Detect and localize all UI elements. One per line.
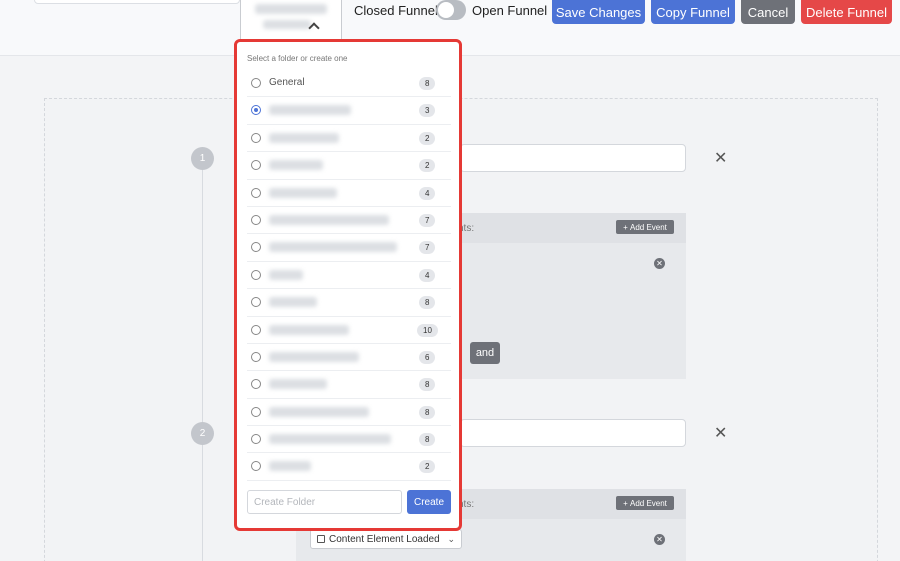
radio-button[interactable] [251, 324, 261, 335]
toggle-knob [438, 2, 454, 18]
radio-button[interactable] [251, 160, 261, 171]
copy-funnel-button[interactable]: Copy Funnel [651, 0, 735, 24]
close-icon[interactable]: ✕ [654, 258, 665, 269]
folder-count-badge: 4 [419, 268, 436, 282]
folder-option[interactable]: 3 [247, 97, 451, 125]
radio-button[interactable] [251, 242, 261, 253]
close-icon[interactable]: ✕ [654, 534, 665, 545]
folder-option[interactable]: 4 [247, 262, 451, 290]
blurred-folder-name [269, 434, 391, 445]
blurred-folder-name [269, 351, 359, 362]
step-name-input[interactable] [460, 144, 686, 172]
add-event-button[interactable]: + Add Event [616, 496, 674, 510]
blurred-folder-name [269, 406, 369, 417]
step-name-input[interactable] [460, 419, 686, 447]
blurred-folder-name [269, 324, 349, 335]
radio-button[interactable] [251, 78, 261, 88]
folder-option[interactable]: 8 [247, 399, 451, 427]
blurred-folder-name [269, 105, 351, 116]
folder-count-badge: 8 [419, 296, 436, 310]
add-event-button[interactable]: + Add Event [616, 220, 674, 234]
folder-count-badge: 7 [419, 241, 436, 255]
folder-option[interactable]: 2 [247, 152, 451, 180]
funnel-name-input[interactable] [34, 0, 240, 4]
step-number-badge: 2 [191, 422, 214, 445]
folder-count-badge: 8 [419, 405, 436, 419]
blurred-folder-name [269, 269, 303, 280]
radio-button[interactable] [251, 379, 261, 390]
radio-button[interactable] [251, 434, 261, 445]
radio-button[interactable] [251, 461, 261, 472]
create-folder-button[interactable]: Create [407, 490, 451, 514]
event-type-label: Content Element Loaded [329, 533, 440, 545]
blurred-folder-name [255, 4, 327, 14]
funnel-type-toggle[interactable] [436, 0, 466, 20]
add-event-label: Add Event [629, 222, 667, 232]
open-funnel-label: Open Funnel [472, 3, 548, 18]
closed-funnel-label: Closed Funnel [354, 3, 438, 18]
blurred-folder-name [269, 214, 389, 225]
folder-count-badge: 4 [419, 186, 436, 200]
chevron-down-icon: ⌄ [447, 533, 455, 544]
event-type-select[interactable]: Content Element Loaded ⌄ [310, 529, 462, 549]
folder-count-badge: 8 [419, 77, 436, 90]
folder-list: General 8 3 2 2 4 7 7 4 8 10 6 8 8 8 2 [247, 70, 451, 481]
radio-button[interactable] [251, 406, 261, 417]
folder-option[interactable]: 2 [247, 125, 451, 153]
radio-button[interactable] [251, 132, 261, 143]
dropdown-hint: Select a folder or create one [247, 54, 348, 63]
folder-option[interactable]: 8 [247, 289, 451, 317]
content-element-icon [317, 535, 325, 543]
blurred-folder-name [263, 20, 311, 29]
folder-option[interactable]: General 8 [247, 70, 451, 98]
folder-count-badge: 3 [419, 104, 436, 118]
step-connector [202, 445, 203, 561]
blurred-folder-name [269, 379, 327, 390]
delete-funnel-button[interactable]: Delete Funnel [801, 0, 892, 24]
folder-option[interactable]: 7 [247, 234, 451, 262]
radio-button[interactable] [251, 214, 261, 225]
plus-icon: + [623, 498, 630, 508]
blurred-folder-name [269, 297, 317, 308]
close-icon[interactable]: ✕ [714, 423, 727, 443]
folder-count-badge: 2 [419, 159, 436, 173]
close-icon[interactable]: ✕ [714, 148, 727, 168]
save-changes-button[interactable]: Save Changes [552, 0, 645, 24]
create-folder-input[interactable] [247, 490, 402, 514]
add-event-label: Add Event [629, 498, 667, 508]
radio-button[interactable] [251, 105, 261, 116]
step-number-badge: 1 [191, 147, 214, 170]
folder-count-badge: 2 [419, 460, 436, 474]
folder-dropdown: Select a folder or create one General 8 3 2… [234, 39, 462, 531]
blurred-folder-name [269, 187, 337, 198]
folder-option[interactable]: 8 [247, 371, 451, 399]
plus-icon: + [623, 222, 630, 232]
radio-button[interactable] [251, 297, 261, 308]
folder-count-badge: 8 [419, 433, 436, 447]
blurred-folder-name [269, 242, 397, 253]
cancel-button[interactable]: Cancel [741, 0, 795, 24]
folder-option[interactable]: 10 [247, 317, 451, 344]
folder-count-badge: 2 [419, 131, 436, 145]
radio-button[interactable] [251, 187, 261, 198]
folder-count-badge: 7 [419, 213, 436, 227]
folder-name: General [269, 77, 305, 88]
folder-option[interactable]: 8 [247, 426, 451, 454]
radio-button[interactable] [251, 351, 261, 362]
folder-option[interactable]: 6 [247, 344, 451, 372]
folder-count-badge: 8 [419, 378, 436, 392]
and-button[interactable]: and [470, 342, 500, 364]
folder-select-trigger[interactable] [240, 0, 342, 42]
blurred-folder-name [269, 160, 323, 171]
folder-count-badge: 6 [419, 350, 436, 364]
step-connector [202, 170, 203, 430]
radio-button[interactable] [251, 269, 261, 280]
blurred-folder-name [269, 461, 311, 472]
folder-option[interactable]: 2 [247, 453, 451, 481]
folder-option[interactable]: 7 [247, 207, 451, 235]
folder-count-badge: 10 [417, 323, 438, 337]
blurred-folder-name [269, 132, 339, 143]
folder-option[interactable]: 4 [247, 180, 451, 207]
